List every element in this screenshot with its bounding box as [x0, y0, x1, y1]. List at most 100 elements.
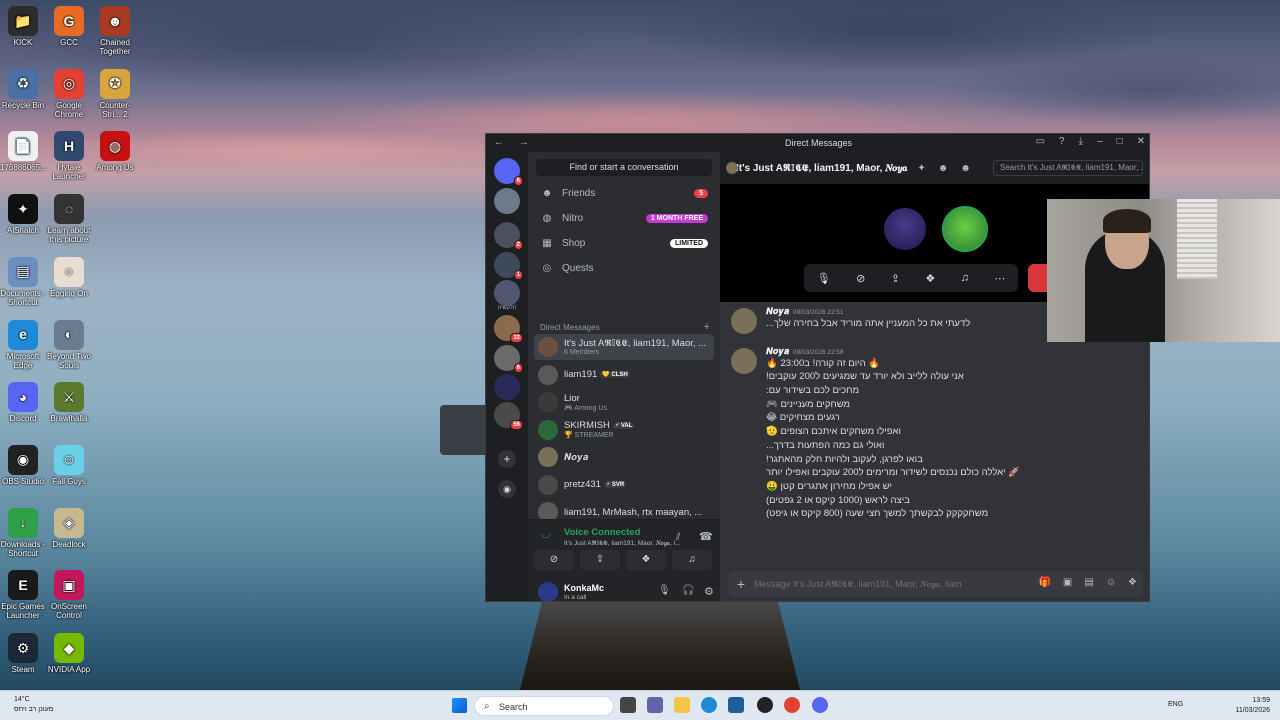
attach-icon[interactable]: + — [728, 576, 754, 592]
dm-item[interactable]: pretz431 ⚡ SVR — [534, 472, 714, 498]
desktop-icon[interactable]: ◎ Google Chrome — [46, 65, 92, 119]
desktop-icon[interactable]: ◈ Deadlock — [46, 504, 92, 549]
desktop-icon[interactable]: ⚔ Brawlhalla — [46, 378, 92, 423]
desktop-icon[interactable]: ✪ Counter-Stri... 2 — [92, 65, 138, 119]
gif-icon[interactable]: ▣ — [1063, 577, 1072, 588]
maximize-button[interactable]: □ — [1117, 136, 1123, 147]
call-mic-icon[interactable]: 🎙 — [817, 272, 831, 285]
apps-icon[interactable]: ❖ — [1128, 577, 1137, 588]
desktop-icon[interactable]: ☺ Fall Guys — [46, 441, 92, 486]
taskbar-app[interactable] — [784, 697, 800, 713]
noise-suppression-icon[interactable]: ⫽ — [676, 532, 680, 543]
minimize-button[interactable]: – — [1097, 136, 1103, 147]
pin-icon[interactable]: ✦ — [917, 163, 925, 174]
desktop-icon[interactable]: ✦ AlSnatch — [0, 190, 46, 235]
taskbar-app[interactable] — [728, 697, 744, 713]
settings-icon[interactable]: ⚙ — [704, 585, 714, 598]
member-list-icon[interactable]: ☻ — [960, 163, 971, 174]
camera-off-icon[interactable]: ⊘ — [534, 550, 574, 570]
server-icon[interactable] — [494, 188, 520, 214]
server-icon[interactable]: 1 — [494, 252, 523, 280]
sidebar-item-shop[interactable]: ▦ Shop LIMITED — [534, 232, 714, 254]
disconnect-icon[interactable]: ☎ — [699, 530, 713, 543]
taskbar-app[interactable] — [620, 697, 636, 713]
add-friends-icon[interactable]: ☻ — [938, 163, 949, 174]
sidebar-item-quests[interactable]: ◎ Quests — [534, 257, 714, 279]
desktop-icon[interactable]: ◍ Among Us — [92, 127, 138, 172]
sidebar-item-nitro[interactable]: ◍ Nitro 1 MONTH FREE — [534, 207, 714, 229]
activities-icon[interactable]: ❖ — [626, 550, 666, 570]
gift-icon[interactable]: 🎁 — [1038, 577, 1050, 588]
desktop-icon[interactable]: ☻ Chained Together — [92, 2, 138, 56]
help-icon[interactable]: ? — [1059, 136, 1065, 147]
desktop-icon[interactable]: ◐ Beyond Two Souls — [46, 316, 92, 370]
server-icon[interactable]: 6 — [494, 345, 523, 373]
call-more-icon[interactable]: ⋯ — [994, 272, 1005, 285]
dm-item[interactable]: 𝑵𝒐𝒚𝒂 — [534, 444, 714, 470]
server-icon[interactable] — [494, 374, 520, 400]
participant-avatar[interactable] — [882, 206, 928, 252]
taskbar-search[interactable]: ⌕ Search — [474, 696, 614, 716]
discord-home-icon[interactable]: 6 — [494, 158, 523, 186]
mic-icon[interactable]: 🎙 — [658, 585, 671, 596]
dm-item[interactable]: SKIRMISH ⚡ VAL 🏆 STREAMER — [534, 417, 714, 443]
voice-status[interactable]: Voice Connected — [564, 527, 640, 538]
server-icon[interactable] — [494, 280, 520, 306]
weather-widget[interactable]: 14°C מעונן רב ויחס — [14, 695, 53, 715]
call-soundboard-icon[interactable]: ♫ — [961, 272, 969, 284]
taskbar-app[interactable] — [674, 697, 690, 713]
add-server-button[interactable]: + — [498, 450, 516, 468]
message-input[interactable]: Message It's Just A𝕽𝕀𝕮𝕰, liam191, Maor, … — [754, 579, 962, 590]
start-button[interactable] — [452, 698, 467, 713]
create-dm-icon[interactable]: + — [704, 322, 710, 333]
desktop-icon[interactable]: ◌ Learn about this picture — [46, 190, 92, 244]
headphones-icon[interactable]: 🎧 — [682, 585, 694, 596]
server-icon[interactable]: 56 — [494, 402, 523, 430]
sticker-icon[interactable]: ▤ — [1084, 577, 1093, 588]
download-icon[interactable]: ⤓ — [1079, 136, 1083, 147]
chat-search-input[interactable]: Search It's Just A𝕽𝕀𝕮𝕰, liam191, Maor, .… — [993, 160, 1143, 176]
screen-share-icon[interactable]: ⇪ — [580, 550, 620, 570]
desktop-icon[interactable]: 📁 KICK — [0, 2, 46, 47]
desktop-icon[interactable]: 📄 176886065... — [0, 127, 47, 172]
desktop-icon[interactable]: ▣ OnScreen Control — [46, 566, 92, 620]
taskbar-app[interactable] — [812, 697, 828, 713]
close-button[interactable]: ✕ — [1137, 136, 1145, 147]
taskbar-app[interactable] — [757, 697, 773, 713]
discover-icon[interactable]: ◉ — [498, 480, 516, 498]
desktop-icon[interactable]: ○ Egging On — [46, 253, 92, 298]
desktop-icon[interactable]: E Epic Games Launcher — [0, 566, 46, 620]
message-author[interactable]: 𝑵𝒐𝒚𝒂 — [766, 346, 789, 356]
server-icon[interactable]: 32 — [494, 315, 523, 343]
desktop-icon[interactable]: G GCC — [46, 2, 92, 47]
desktop-icon[interactable]: ↓ Downloads - Shortcut — [0, 504, 46, 558]
message-author[interactable]: 𝑵𝒐𝒚𝒂 — [766, 306, 789, 316]
dm-item[interactable]: Lior 🎮 Among Us — [534, 389, 714, 415]
avatar[interactable] — [731, 308, 757, 334]
clock[interactable]: 13:59 11/03/2026 — [1235, 696, 1270, 716]
avatar[interactable] — [731, 347, 757, 374]
call-camera-icon[interactable]: ⊘ — [856, 272, 865, 285]
server-icon[interactable]: 2 — [494, 222, 523, 250]
desktop-icon[interactable]: ⚙ Steam — [0, 629, 46, 674]
language-indicator[interactable]: ENG — [1168, 701, 1183, 708]
desktop-icon[interactable]: H Hytale Launcher — [46, 127, 92, 181]
dm-item[interactable]: liam191 💛 CLSH — [534, 362, 714, 388]
desktop-icon[interactable]: ◕ Discord — [0, 378, 46, 423]
emoji-icon[interactable]: ☺ — [1106, 577, 1116, 588]
chat-title[interactable]: It's Just A𝕽𝕀𝕮𝕰, liam191, Maor, 𝑵𝒐𝒚𝒂 — [736, 163, 907, 174]
username[interactable]: KonkaMc — [564, 583, 604, 593]
desktop-icon[interactable]: ◉ OBS Studio — [0, 441, 46, 486]
desktop-icon[interactable]: e Microsoft Edge — [0, 316, 46, 370]
avatar[interactable] — [538, 582, 558, 601]
taskbar-app[interactable] — [647, 697, 663, 713]
sidebar-item-friends[interactable]: ☻ Friends 5 — [534, 182, 714, 204]
soundboard-icon[interactable]: ♫ — [672, 550, 712, 570]
message-composer[interactable]: + Message It's Just A𝕽𝕀𝕮𝕰, liam191, Maor… — [728, 571, 1143, 597]
inbox-icon[interactable]: ▭ — [1036, 136, 1045, 147]
participant-avatar[interactable] — [942, 206, 988, 252]
dm-item[interactable]: It's Just A𝕽𝕀𝕮𝕰, liam191, Maor, ... 6 Mem… — [534, 334, 714, 360]
taskbar-app[interactable] — [701, 697, 717, 713]
call-activities-icon[interactable]: ❖ — [925, 272, 935, 285]
call-share-icon[interactable]: ⇪ — [891, 272, 900, 285]
